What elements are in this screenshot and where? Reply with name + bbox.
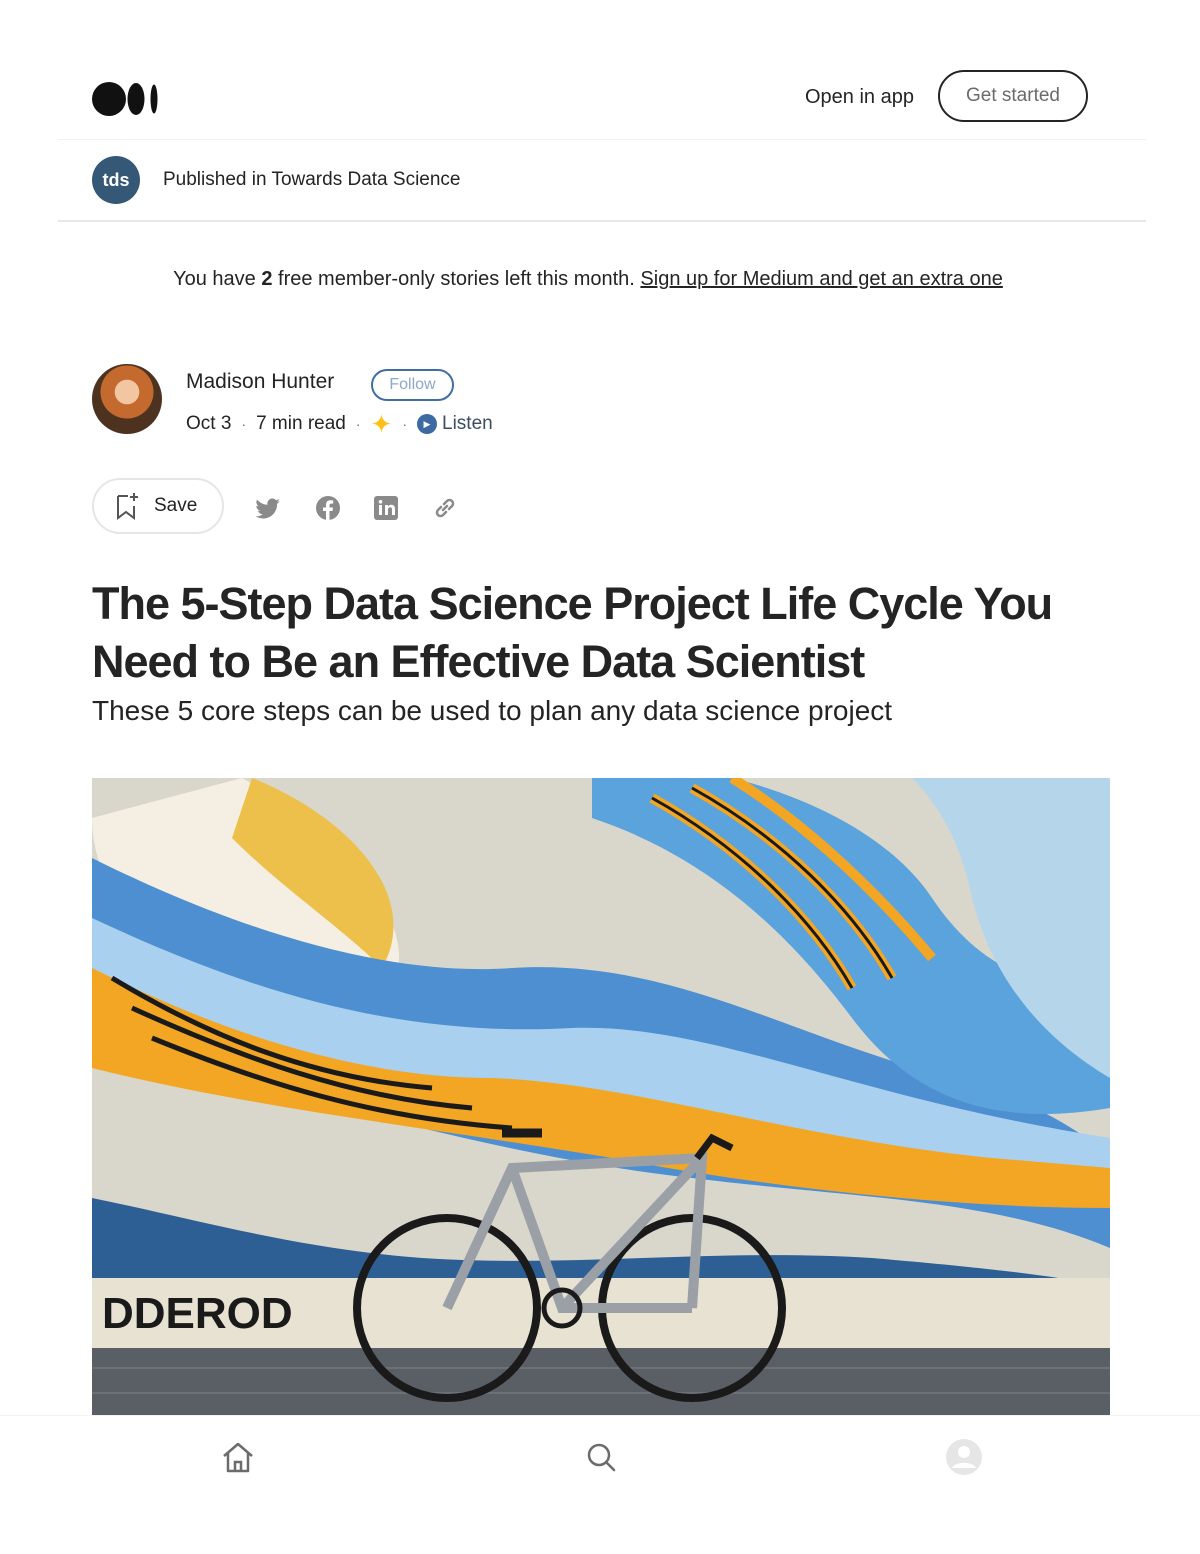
listen-button[interactable]: ▶ Listen bbox=[417, 413, 493, 435]
get-started-button[interactable]: Get started bbox=[938, 70, 1088, 122]
banner-count: 2 bbox=[261, 268, 273, 290]
save-button[interactable]: Save bbox=[92, 478, 224, 534]
meta-separator: · bbox=[355, 416, 361, 432]
article-subtitle: These 5 core steps can be used to plan a… bbox=[92, 695, 893, 726]
facebook-icon[interactable] bbox=[314, 494, 342, 522]
publish-date: Oct 3 bbox=[186, 413, 232, 434]
play-icon: ▶ bbox=[417, 414, 437, 434]
header-divider bbox=[58, 139, 1146, 140]
sign-up-link[interactable]: Sign up for Medium and get an extra one bbox=[640, 268, 1002, 290]
published-in-label[interactable]: Published in Towards Data Science bbox=[163, 169, 461, 191]
author-avatar[interactable] bbox=[92, 364, 162, 434]
bookmark-add-icon bbox=[117, 493, 138, 520]
search-icon[interactable] bbox=[581, 1437, 621, 1477]
linkedin-icon[interactable] bbox=[372, 494, 400, 522]
banner-suffix: free member-only stories left this month… bbox=[272, 268, 641, 290]
member-stories-banner: You have 2 free member-only stories left… bbox=[0, 268, 1176, 291]
open-in-app-link[interactable]: Open in app bbox=[805, 86, 914, 109]
listen-label: Listen bbox=[442, 413, 493, 434]
author-name[interactable]: Madison Hunter bbox=[186, 370, 334, 394]
link-icon[interactable] bbox=[431, 494, 459, 522]
twitter-icon[interactable] bbox=[255, 494, 283, 522]
meta-separator: · bbox=[241, 416, 247, 432]
medium-logo[interactable] bbox=[92, 80, 162, 118]
publication-avatar[interactable]: tds bbox=[92, 156, 140, 204]
home-icon[interactable] bbox=[218, 1437, 258, 1477]
article-meta: Oct 3 · 7 min read · ✦ · ▶ Listen bbox=[186, 409, 493, 439]
member-star-icon: ✦ bbox=[370, 409, 393, 439]
profile-icon[interactable] bbox=[944, 1437, 984, 1477]
svg-text:DDEROD: DDEROD bbox=[102, 1289, 293, 1338]
hero-image-graffiti-bicycle: DDEROD bbox=[92, 778, 1110, 1415]
article-title: The 5-Step Data Science Project Life Cyc… bbox=[92, 578, 1053, 687]
follow-button[interactable]: Follow bbox=[371, 369, 454, 401]
read-time: 7 min read bbox=[256, 413, 346, 434]
bottom-navigation bbox=[0, 1415, 1200, 1554]
save-label: Save bbox=[154, 495, 198, 516]
meta-separator: · bbox=[402, 416, 407, 432]
publication-divider bbox=[58, 220, 1146, 222]
banner-prefix: You have bbox=[173, 268, 262, 290]
